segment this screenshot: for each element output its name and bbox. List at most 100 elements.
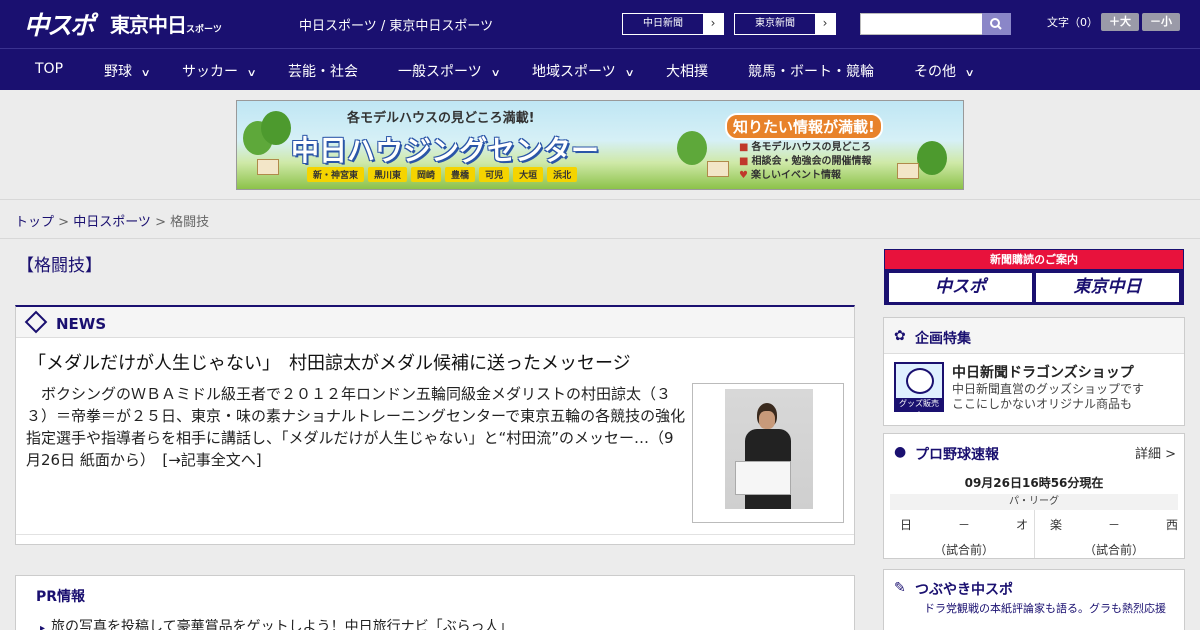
game-score[interactable]: 日 － オ （試合前） (894, 516, 1034, 558)
tokyo-shimbun-button[interactable]: 東京新聞 › (734, 13, 836, 35)
dragons-shop-logo[interactable]: グッズ販売中 (894, 362, 944, 420)
score-sep: － (957, 518, 970, 532)
banner-right-item-text: 相談会・勉強会の開催情報 (751, 156, 872, 167)
nav-local-sports[interactable]: 地域スポーツ ∨ (532, 61, 635, 81)
news-icon (24, 310, 48, 334)
banner-area: 可児 (479, 167, 510, 182)
shop-description: 中日新聞直営のグッズショップです ここにしかないオリジナル商品も (952, 382, 1144, 412)
baseball-more-link[interactable]: 詳細 > (1135, 443, 1176, 462)
chevron-right-icon: › (703, 14, 723, 34)
banner-area: 岡崎 (411, 167, 442, 182)
feature-box: ✿ 企画特集 グッズ販売中 中日新聞ドラゴンズショップ 中日新聞直営のグッズショ… (883, 317, 1185, 426)
nav-baseball-label: 野球 (104, 64, 132, 80)
feature-header: ✿ 企画特集 (884, 318, 1184, 354)
house-decoration (897, 163, 919, 179)
house-decoration (257, 159, 279, 175)
home-team: 日 (900, 518, 913, 532)
photo-podium (735, 461, 791, 495)
game-state: （試合前） (1083, 543, 1144, 557)
game-state: （試合前） (933, 543, 994, 557)
nav-other-label: その他 (914, 64, 956, 80)
banner-area: 新・神宮東 (307, 167, 365, 182)
main-nav: TOP 野球 ∨ サッカー ∨ 芸能・社会 一般スポーツ ∨ 地域スポーツ ∨ 大相撲 … (0, 48, 1200, 90)
chevron-down-icon: ∨ (140, 68, 151, 79)
news-thumbnail[interactable] (692, 383, 844, 523)
game-teams: 楽 － 西 (1044, 516, 1184, 533)
subscription-heading: 新聞購読のご案内 (885, 250, 1183, 269)
banner-area: 黒川東 (368, 167, 408, 182)
tokyo-logo-text: 東京中日 (110, 13, 187, 37)
nav-general-sports[interactable]: 一般スポーツ ∨ (398, 61, 501, 81)
breadcrumb-section[interactable]: 中日スポーツ (73, 215, 151, 230)
news-headline[interactable]: 「メダルだけが人生じゃない」 村田諒太がメダル候補に送ったメッセージ (28, 349, 631, 375)
baseball-icon: ● (894, 444, 907, 460)
nav-local-sports-label: 地域スポーツ (532, 64, 616, 80)
search-input[interactable] (860, 13, 983, 35)
nav-sumo[interactable]: 大相撲 (666, 61, 708, 81)
nav-top[interactable]: TOP (35, 61, 63, 77)
pr-link[interactable]: 旅の写真を投稿して豪華賞品をゲットしよう！中日旅行ナビ「ぶらっ人」 (40, 616, 513, 630)
nav-baseball[interactable]: 野球 ∨ (104, 61, 151, 81)
house-icon: ■ (739, 156, 749, 167)
font-size-label: 文字（0） (1047, 16, 1098, 29)
nav-soccer[interactable]: サッカー ∨ (182, 61, 257, 81)
tokyo-chunichi-logo[interactable]: 東京中日スポーツ (110, 9, 222, 38)
heart-icon: ♥ (739, 170, 748, 181)
nav-other[interactable]: その他 ∨ (914, 61, 975, 81)
housing-center-banner[interactable]: 各モデルハウスの見どころ満載! 中日ハウジングセンター 新・神宮東 黒川東 岡崎… (236, 100, 964, 190)
goods-label: グッズ販売中 (896, 398, 942, 420)
baseball-header: ● プロ野球速報 詳細 > (884, 434, 1184, 466)
news-header: NEWS (16, 307, 854, 338)
banner-right-item: ♥ 楽しいイベント情報 (739, 169, 871, 183)
nav-racing-label: 競馬・ボート・競輪 (748, 64, 874, 80)
shop-desc-line: ここにしかないオリジナル商品も (952, 397, 1133, 411)
shop-name[interactable]: 中日新聞ドラゴンズショップ (952, 362, 1134, 382)
breadcrumb: トップ > 中日スポーツ > 格闘技 (15, 211, 209, 230)
site-header: 中スポ 東京中日スポーツ 中日スポーツ / 東京中日スポーツ 中日新聞 › 東京… (0, 0, 1200, 48)
nav-entertainment[interactable]: 芸能・社会 (288, 61, 358, 81)
chunichi-shimbun-button[interactable]: 中日新聞 › (622, 13, 724, 35)
tweet-title[interactable]: つぶやき中スポ (915, 579, 1013, 599)
banner-area: 浜北 (547, 167, 578, 182)
away-team: オ (1015, 518, 1028, 532)
tree-decoration (261, 111, 291, 145)
banner-right-item: ■ 各モデルハウスの見どころ (739, 141, 871, 155)
banner-area-list: 新・神宮東 黒川東 岡崎 豊橋 可児 大垣 浜北 (307, 167, 578, 182)
chunichi-shimbun-label: 中日新聞 (623, 14, 703, 34)
nav-racing[interactable]: 競馬・ボート・競輪 (748, 61, 874, 81)
away-team: 西 (1165, 518, 1178, 532)
photo-person-face (759, 411, 775, 429)
nav-soccer-label: サッカー (182, 64, 238, 80)
nav-sumo-label: 大相撲 (666, 64, 708, 80)
banner-right-item-text: 楽しいイベント情報 (750, 170, 841, 181)
breadcrumb-sep: > (150, 215, 171, 230)
chuspo-logo[interactable]: 中スポ (24, 6, 95, 42)
subscription-box: 新聞購読のご案内 中スポ 東京中日 (884, 249, 1184, 305)
game-teams: 日 － オ (894, 516, 1034, 533)
pr-box: PR情報 旅の写真を投稿して豪華賞品をゲットしよう！中日旅行ナビ「ぶらっ人」 (15, 575, 855, 630)
subscribe-tokyo-button[interactable]: 東京中日 (1036, 273, 1179, 302)
nav-general-sports-label: 一般スポーツ (398, 64, 482, 80)
mascot-icon (906, 368, 934, 394)
tree-decoration (677, 131, 707, 165)
banner-right-headline: 知りたい情報が満載! (725, 113, 883, 140)
tree-decoration (917, 141, 947, 175)
baseball-box: ● プロ野球速報 詳細 > 09月26日16時56分現在 パ・リーグ 日 － オ （… (883, 433, 1185, 559)
news-article-text[interactable]: ボクシングのＷＢＡミドル級王者で２０１２年ロンドン五輪同級金メダリストの村田諒太… (26, 383, 686, 471)
divider (16, 534, 854, 535)
breadcrumb-home[interactable]: トップ (15, 215, 54, 230)
ad-area: 各モデルハウスの見どころ満載! 中日ハウジングセンター 新・神宮東 黒川東 岡崎… (0, 90, 1200, 200)
font-smaller-button[interactable]: －小 (1142, 13, 1180, 31)
score-sep: － (1107, 518, 1120, 532)
chevron-right-icon: › (815, 14, 835, 34)
game-score[interactable]: 楽 － 西 （試合前） (1044, 516, 1184, 558)
sites-link[interactable]: 中日スポーツ / 東京中日スポーツ (299, 15, 493, 34)
search-button[interactable] (982, 13, 1011, 35)
subscribe-chuspo-button[interactable]: 中スポ (889, 273, 1032, 302)
font-bigger-button[interactable]: ＋大 (1101, 13, 1139, 31)
chevron-down-icon: ∨ (624, 68, 635, 79)
tokyo-logo-small: スポーツ (186, 25, 222, 35)
baseball-date: 09月26日16時56分現在 (964, 476, 1104, 490)
feature-title: 企画特集 (915, 331, 971, 347)
shop-desc-line: 中日新聞直営のグッズショップです (952, 382, 1145, 396)
